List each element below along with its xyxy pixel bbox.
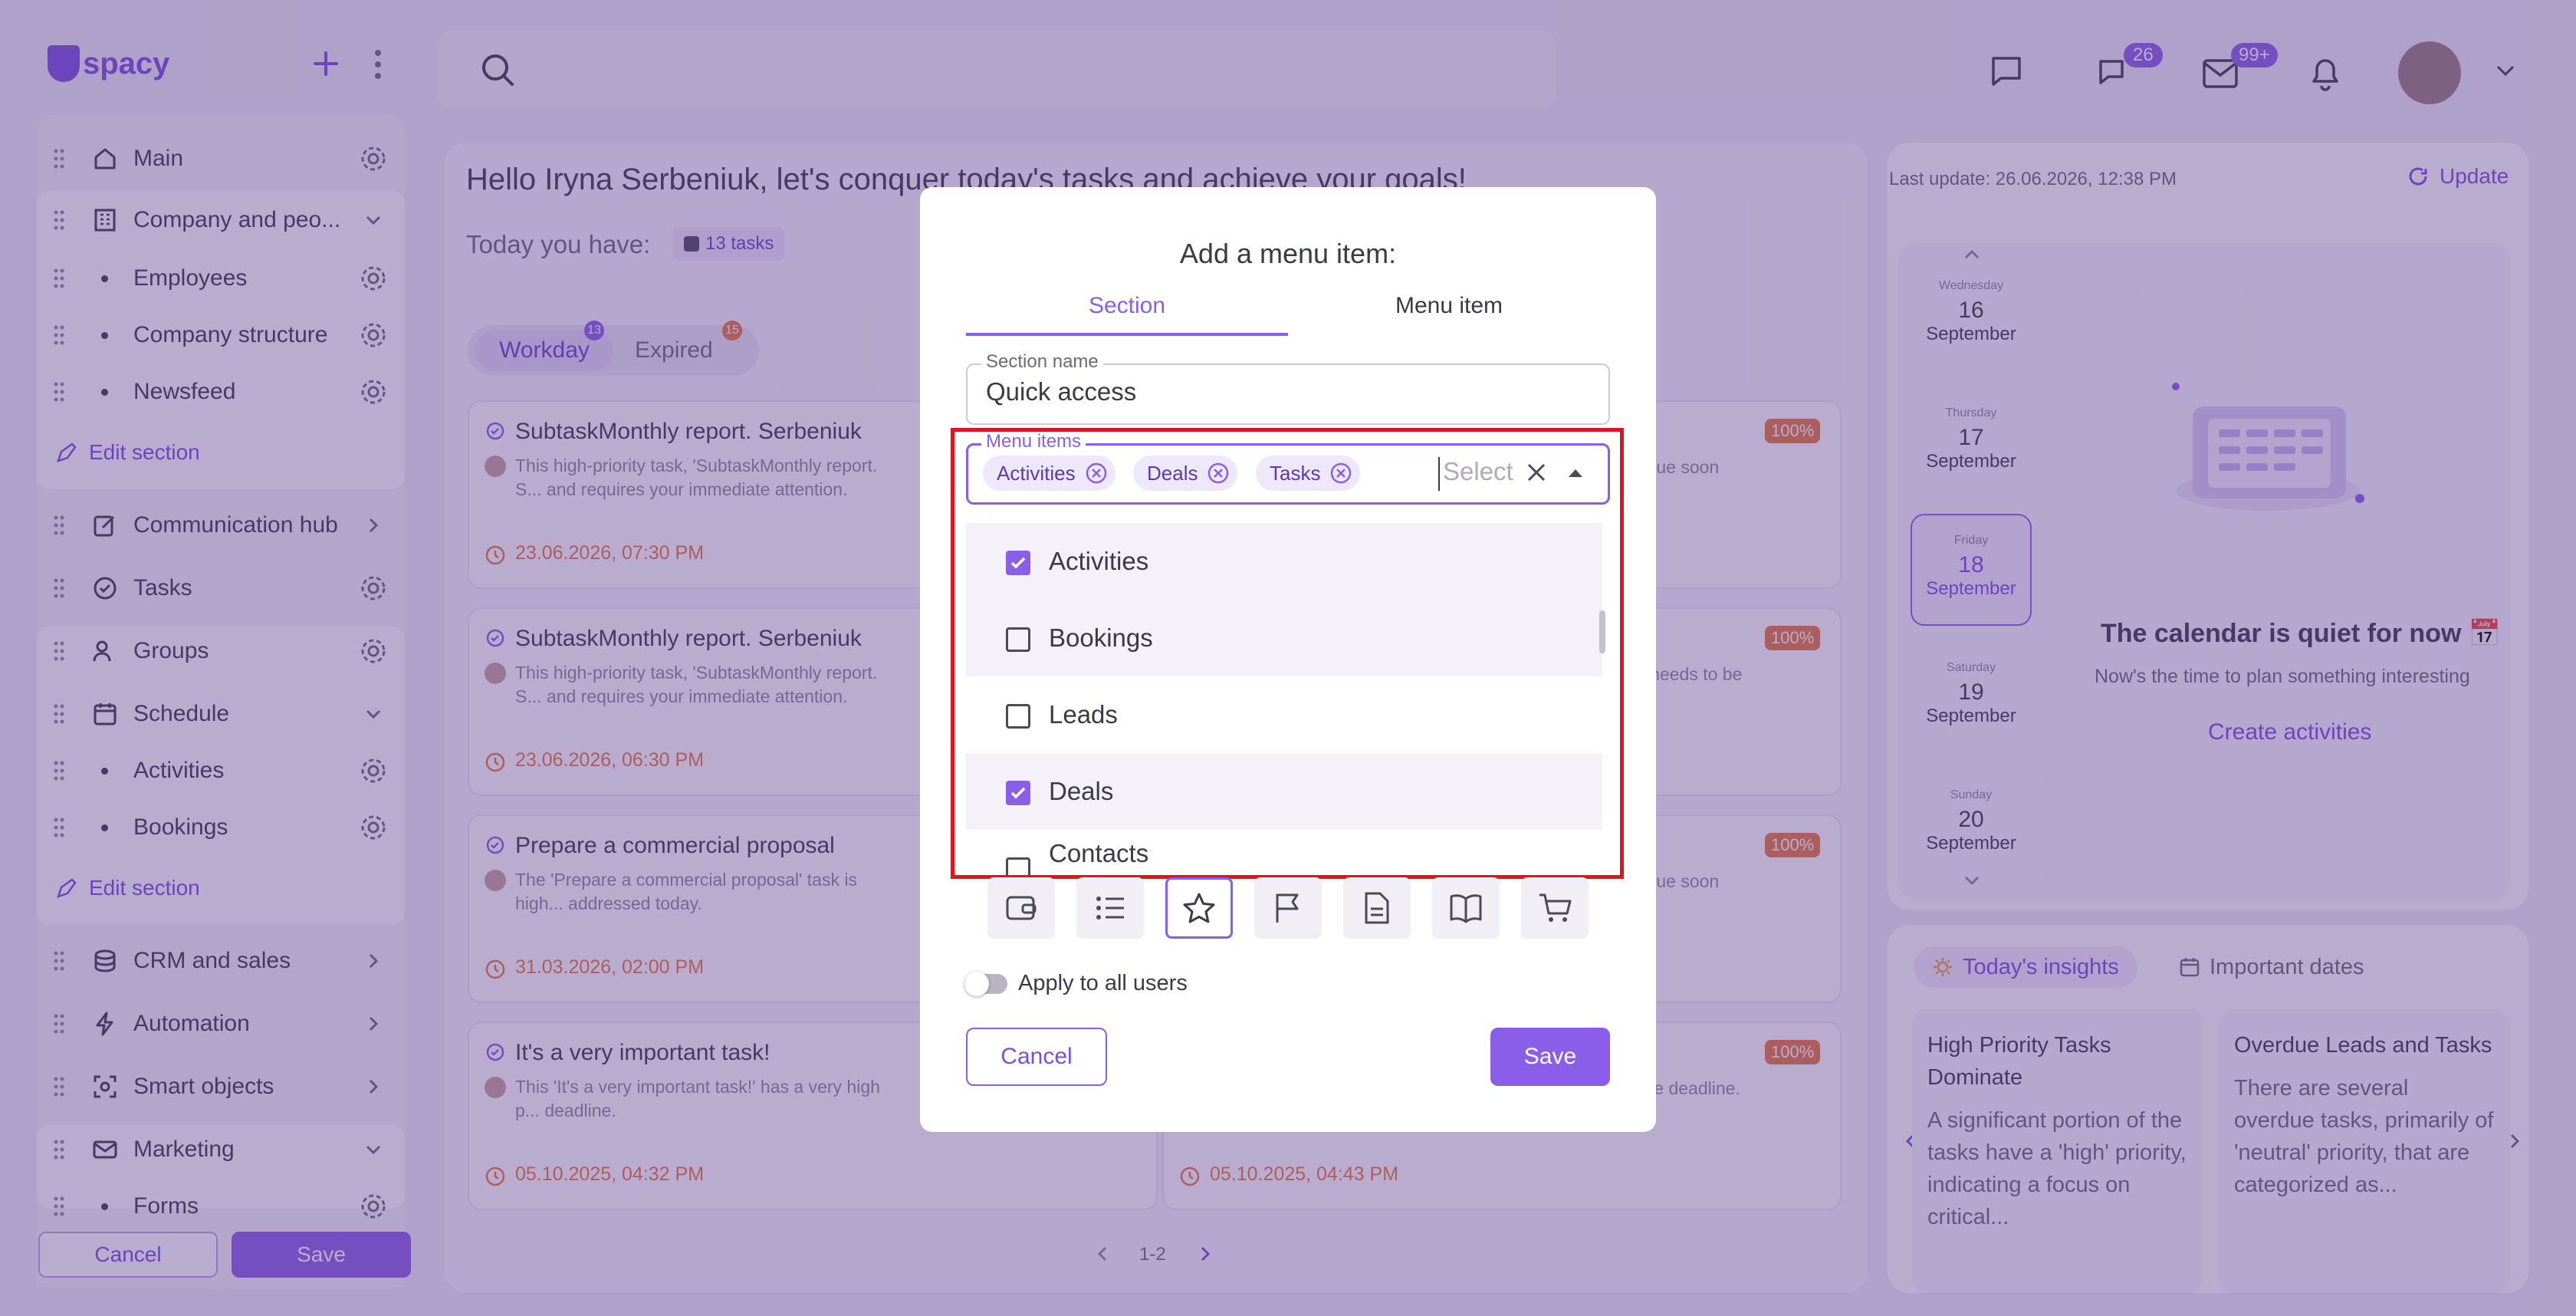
icon-option-list[interactable] — [1076, 877, 1144, 939]
icon-option-flag[interactable] — [1254, 877, 1322, 939]
cancel-button[interactable]: Cancel — [966, 1028, 1107, 1086]
icon-option-document[interactable] — [1343, 877, 1411, 939]
tab-section[interactable]: Section — [966, 293, 1288, 336]
section-name-label: Section name — [981, 351, 1103, 373]
star-icon — [1183, 893, 1215, 923]
flag-icon — [1276, 893, 1299, 923]
dialog-title: Add a menu item: — [1179, 238, 1397, 269]
section-name-value: Quick access — [986, 377, 1137, 406]
tab-menu-item[interactable]: Menu item — [1288, 293, 1610, 336]
apply-all-toggle[interactable] — [964, 972, 1007, 996]
highlight-box — [951, 428, 1624, 879]
list-icon — [1096, 897, 1124, 920]
save-button[interactable]: Save — [1490, 1028, 1610, 1086]
wallet-icon — [1006, 896, 1037, 920]
document-icon — [1365, 892, 1389, 924]
toggle-knob — [964, 972, 989, 996]
add-menu-item-dialog: Add a menu item: Section Menu item Quick… — [920, 187, 1656, 1132]
icon-option-star[interactable] — [1165, 877, 1233, 939]
section-name-input[interactable]: Quick access — [966, 364, 1610, 425]
book-icon — [1450, 894, 1482, 923]
icon-option-wallet[interactable] — [987, 877, 1055, 939]
apply-all-label: Apply to all users — [1018, 971, 1188, 995]
icon-option-book[interactable] — [1432, 877, 1500, 939]
icon-option-cart[interactable] — [1521, 877, 1589, 939]
cart-icon — [1539, 893, 1572, 922]
